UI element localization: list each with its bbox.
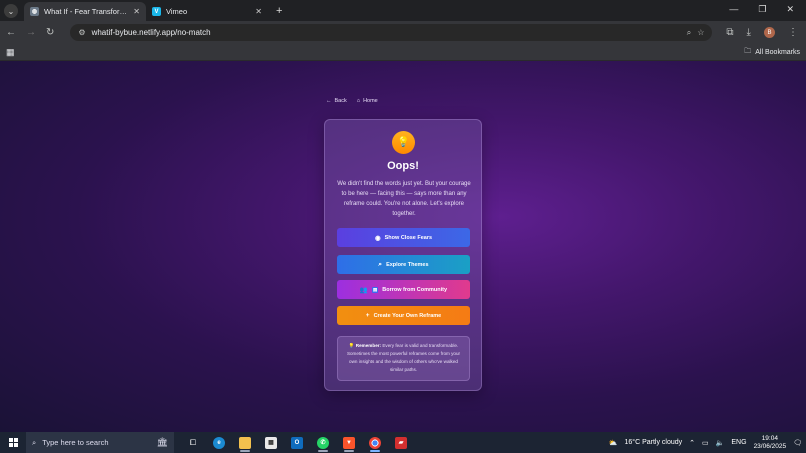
borrow-from-community-button[interactable]: 👥 ▤ Borrow from Community (337, 280, 470, 299)
file-explorer-app[interactable] (232, 432, 258, 453)
whatsapp-app[interactable]: ✆ (310, 432, 336, 453)
profile-avatar[interactable]: B (763, 27, 775, 38)
back-label: Back (334, 98, 347, 104)
bookmark-star-icon[interactable]: ☆ (697, 28, 704, 37)
search-highlight-icon: 🏛 (156, 437, 168, 447)
forward-arrow-icon[interactable]: → (26, 27, 36, 38)
tab-vimeo[interactable]: V Vimeo ✕ (146, 2, 268, 21)
search-placeholder: Type here to search (42, 438, 109, 447)
address-bar[interactable]: ⚙ whatif-bybue.netlify.app/no-match ⌕ ☆ (70, 24, 713, 41)
window-controls: — ❐ ✕ (729, 4, 806, 21)
extensions-icon[interactable]: ⧉ (726, 27, 733, 38)
remember-note: 💡 Remember: Every fear is valid and tran… (337, 336, 470, 381)
taskbar-search-box[interactable]: ⌕ Type here to search 🏛 (26, 432, 174, 453)
create-own-reframe-button[interactable]: + Create Your Own Reframe (337, 306, 470, 325)
new-tab-button[interactable]: + (276, 5, 282, 17)
button-label: Show Close Fears (384, 234, 433, 241)
store-icon: ▦ (265, 436, 277, 449)
brave-icon: ▼ (343, 436, 355, 449)
pdf-icon: ▰ (395, 436, 407, 449)
show-close-fears-button[interactable]: ◉ Show Close Fears (337, 228, 470, 247)
windows-logo-icon (8, 438, 18, 447)
globe-icon: ◍ (30, 7, 39, 16)
outlook-icon: O (291, 436, 303, 449)
tab-search-button[interactable]: ⌄ (4, 4, 18, 18)
close-tab-icon[interactable]: ✕ (255, 7, 262, 16)
weather-text[interactable]: 16°C Partly cloudy (625, 439, 683, 446)
browser-toolbar: ← → ↻ ⚙ whatif-bybue.netlify.app/no-matc… (0, 21, 806, 44)
edge-icon: e (213, 436, 225, 449)
not-found-card: 💡 Oops! We didn't find the words just ye… (324, 119, 482, 391)
zoom-icon[interactable]: ⌕ (687, 28, 691, 38)
search-icon: ⌕ (378, 260, 383, 268)
close-tab-icon[interactable]: ✕ (133, 7, 140, 16)
all-bookmarks-label: All Bookmarks (755, 48, 800, 56)
network-icon[interactable]: ▭ (702, 439, 709, 447)
apps-grid-icon[interactable]: ▦ (6, 47, 15, 58)
browser-tab-strip: ⌄ ◍ What If - Fear Transformation A ✕ V … (0, 0, 806, 21)
task-view-icon: ⧠ (190, 437, 196, 447)
plus-icon: + (365, 312, 370, 319)
tab-title: What If - Fear Transformation A (44, 7, 128, 16)
home-label: Home (363, 98, 378, 104)
folder-icon (239, 436, 251, 449)
edge-app[interactable]: e (206, 432, 232, 453)
minimize-icon[interactable]: — (729, 4, 738, 15)
download-icon[interactable]: ⤓ (747, 27, 751, 38)
lightbulb-icon: 💡 (392, 131, 415, 154)
url-text[interactable]: whatif-bybue.netlify.app/no-match (92, 28, 681, 37)
tab-title: Vimeo (166, 7, 188, 16)
page-title: Oops! (387, 160, 419, 172)
back-link[interactable]: ← Back (326, 98, 347, 104)
bookmarks-bar: ▦ 🗀 All Bookmarks (0, 44, 806, 61)
whatsapp-icon: ✆ (317, 436, 329, 449)
brave-app[interactable]: ▼ (336, 432, 362, 453)
button-label: Create Your Own Reframe (373, 312, 442, 319)
language-indicator[interactable]: ENG (731, 439, 746, 446)
home-icon: ⌂ (356, 98, 361, 104)
page-viewport: ← Back ⌂ Home 💡 Oops! We didn't find the w… (0, 61, 806, 432)
folder-icon: 🗀 (744, 47, 752, 55)
users-icon: 👥 (359, 286, 369, 294)
volume-icon[interactable]: 🔈 (716, 439, 725, 447)
task-view-button[interactable]: ⧠ (180, 432, 206, 453)
breadcrumb-nav: ← Back ⌂ Home (326, 98, 378, 104)
clock-time: 19:04 (761, 434, 778, 442)
button-label: Borrow from Community (382, 286, 448, 293)
system-tray: ⛅ 16°C Partly cloudy ⌃ ▭ 🔈 ENG 19:04 23/… (609, 435, 806, 451)
chevron-up-icon[interactable]: ⌃ (689, 439, 695, 447)
start-button[interactable] (0, 438, 26, 447)
chrome-app[interactable] (362, 432, 388, 453)
outlook-app[interactable]: O (284, 432, 310, 453)
windows-taskbar: ⌕ Type here to search 🏛 ⧠ e ▦ O ✆ ▼ ▰ ⛅ … (0, 432, 806, 453)
search-icon: ⌕ (32, 437, 37, 447)
eye-icon: ◉ (374, 234, 381, 242)
close-window-icon[interactable]: ✕ (786, 4, 794, 15)
note-label: Remember: (355, 343, 382, 348)
community-badge-icon: ▤ (372, 286, 379, 293)
clock-date: 23/06/2025 (753, 442, 787, 450)
not-found-message: We didn't find the words just yet. But y… (337, 181, 471, 217)
chrome-icon (369, 436, 381, 449)
site-info-icon[interactable]: ⚙ (78, 28, 85, 37)
taskbar-apps: ⧠ e ▦ O ✆ ▼ ▰ (180, 432, 414, 453)
pdf-app[interactable]: ▰ (388, 432, 414, 453)
all-bookmarks-button[interactable]: 🗀 All Bookmarks (744, 47, 800, 58)
explore-themes-button[interactable]: ⌕ Explore Themes (337, 255, 470, 274)
store-app[interactable]: ▦ (258, 432, 284, 453)
tab-whatif[interactable]: ◍ What If - Fear Transformation A ✕ (24, 2, 146, 21)
button-label: Explore Themes (386, 261, 429, 268)
back-arrow-icon[interactable]: ← (6, 27, 16, 38)
clock[interactable]: 19:04 23/06/2025 (754, 435, 787, 451)
home-link[interactable]: ⌂ Home (357, 98, 378, 104)
weather-icon: ⛅ (608, 439, 618, 447)
restore-icon[interactable]: ❐ (758, 4, 766, 15)
menu-kebab-icon[interactable]: ⋮ (788, 27, 798, 38)
vimeo-icon: V (152, 7, 161, 16)
reload-icon[interactable]: ↻ (46, 27, 54, 38)
arrow-left-icon: ← (326, 98, 332, 104)
bulb-emoji-icon: 💡 (348, 343, 355, 348)
notifications-icon[interactable]: 🗨 (793, 439, 802, 447)
